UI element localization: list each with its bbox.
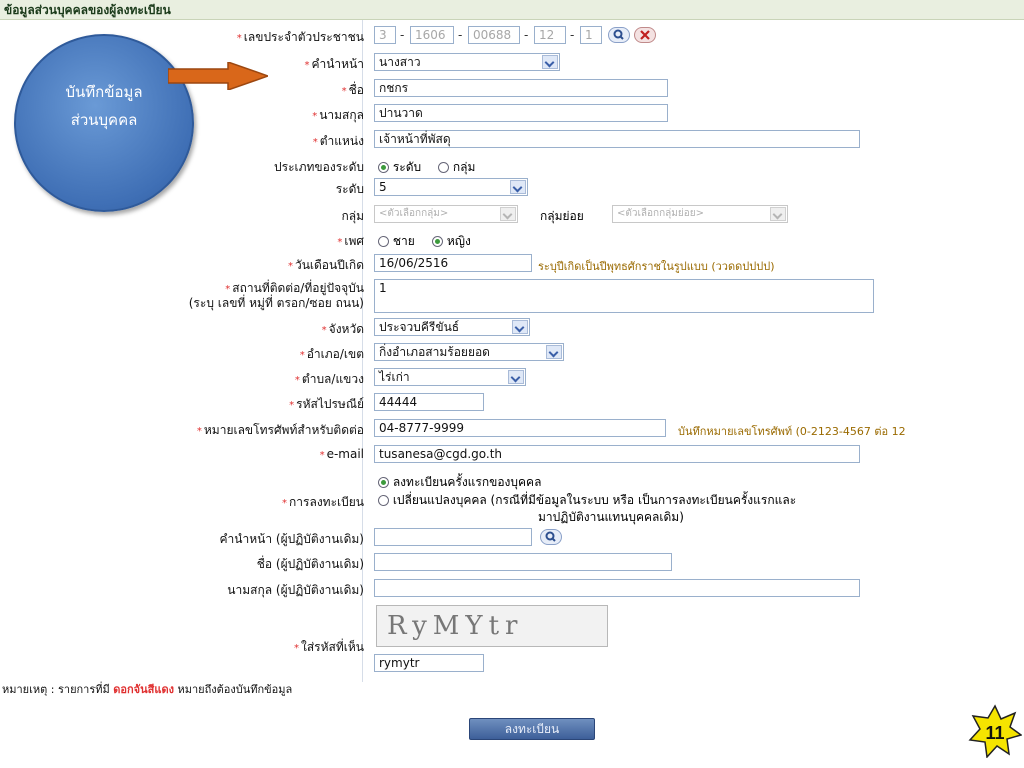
address-input[interactable]: 1: [374, 279, 874, 313]
firstname-input[interactable]: กชกร: [374, 79, 668, 97]
gender-option-female[interactable]: หญิง: [432, 232, 471, 251]
dob-hint: ระบุปีเกิดเป็นปีพุทธศักราชในรูปแบบ (ววดด…: [538, 260, 775, 273]
phone-hint: บันทึกหมายเลขโทรศัพท์ (0-2123-4567 ต่อ 1…: [678, 425, 906, 438]
group-select[interactable]: <ตัวเลือกกลุ่ม>: [374, 205, 518, 223]
postal-label: * รหัสไปรษณีย์: [289, 397, 364, 411]
prev-lastname-label: นามสกุล (ผู้ปฏิบัติงานเดิม): [227, 583, 364, 597]
chevron-down-icon: [500, 207, 516, 221]
callout-line-1: บันทึกข้อมูล: [65, 83, 143, 101]
level-select[interactable]: 5: [374, 178, 528, 196]
leveltype-option-group[interactable]: กลุ่ม: [438, 158, 475, 177]
gender-label: * เพศ: [337, 234, 364, 248]
dob-label: * วันเดือนปีเกิด: [287, 258, 364, 272]
radio-icon[interactable]: [378, 236, 389, 247]
id-part-5[interactable]: 1: [580, 26, 602, 44]
dob-input[interactable]: 16/06/2516: [374, 254, 532, 272]
district-select[interactable]: กิ่งอำเภอสามร้อยยอด: [374, 343, 564, 361]
gender-option-male[interactable]: ชาย: [378, 232, 415, 251]
district-label: * อำเภอ/เขต: [299, 347, 364, 361]
group-label: กลุ่ม: [341, 209, 364, 223]
address-label-2: (ระบุ เลขที่ หมู่ที่ ตรอก/ซอย ถนน): [188, 296, 364, 310]
position-input[interactable]: เจ้าหน้าที่พัสดุ: [374, 130, 860, 148]
chevron-down-icon: [770, 207, 786, 221]
arrow-right-icon: [168, 62, 268, 90]
phone-label: * หมายเลขโทรศัพท์สำหรับติดต่อ: [196, 423, 364, 437]
radio-selected-icon[interactable]: [432, 236, 443, 247]
firstname-label: * ชื่อ: [341, 83, 364, 97]
lastname-input[interactable]: ปานวาด: [374, 104, 668, 122]
prev-name-input[interactable]: [374, 553, 672, 571]
id-part-3[interactable]: 00688: [468, 26, 520, 44]
prev-name-label: ชื่อ (ผู้ปฏิบัติงานเดิม): [256, 557, 364, 571]
registration-label: * การลงทะเบียน: [282, 495, 364, 509]
section-header: ข้อมูลส่วนบุคคลของผู้ลงทะเบียน: [0, 0, 1024, 20]
search-icon[interactable]: [608, 27, 630, 43]
leveltype-option-level[interactable]: ระดับ: [378, 158, 421, 177]
chevron-down-icon: [510, 180, 526, 194]
id-label: * เลขประจำตัวประชาชน: [236, 30, 364, 44]
postal-input[interactable]: 44444: [374, 393, 484, 411]
chevron-down-icon: [542, 55, 558, 69]
leveltype-label: ประเภทของระดับ: [274, 160, 364, 174]
province-label: * จังหวัด: [321, 322, 364, 336]
callout-line-2: ส่วนบุคคล: [70, 111, 138, 129]
email-label: * e-mail: [319, 447, 364, 461]
subdistrict-select[interactable]: ไร่เก่า: [374, 368, 526, 386]
id-part-4[interactable]: 12: [534, 26, 566, 44]
required-footnote: หมายเหตุ : รายการที่มี ดอกจันสีแดง หมายถ…: [2, 683, 293, 696]
star-badge-icon: 11: [968, 704, 1022, 758]
phone-input[interactable]: 04-8777-9999: [374, 419, 666, 437]
subgroup-label: กลุ่มย่อย: [540, 209, 584, 223]
chevron-down-icon: [512, 320, 528, 334]
prev-prefix-label: คำนำหน้า (ผู้ปฏิบัติงานเดิม): [219, 532, 364, 546]
prev-prefix-input[interactable]: [374, 528, 532, 546]
province-select[interactable]: ประจวบคีรีขันธ์: [374, 318, 530, 336]
chevron-down-icon: [508, 370, 524, 384]
position-label: * ตำแหน่ง: [312, 134, 364, 148]
captcha-input[interactable]: rymytr: [374, 654, 484, 672]
lastname-label: * นามสกุล: [312, 108, 364, 122]
subdistrict-label: * ตำบล/แขวง: [294, 372, 364, 386]
email-input[interactable]: tusanesa@cgd.go.th: [374, 445, 860, 463]
radio-selected-icon[interactable]: [378, 477, 389, 488]
radio-icon[interactable]: [438, 162, 449, 173]
registration-option-change-cont: มาปฏิบัติงานแทนบุคคลเดิม): [538, 510, 684, 524]
slide-number: 11: [985, 723, 1004, 743]
id-part-1[interactable]: 3: [374, 26, 396, 44]
prev-lastname-input[interactable]: [374, 579, 860, 597]
level-label: ระดับ: [335, 182, 364, 196]
radio-icon[interactable]: [378, 495, 389, 506]
clear-icon[interactable]: [634, 27, 656, 43]
callout-bubble: บันทึกข้อมูล ส่วนบุคคล: [14, 34, 194, 212]
register-button[interactable]: ลงทะเบียน: [469, 718, 595, 740]
captcha-image: RyMYtr: [376, 605, 608, 647]
search-icon[interactable]: [540, 529, 562, 545]
registration-option-first[interactable]: ลงทะเบียนครั้งแรกของบุคคล: [378, 473, 541, 492]
radio-selected-icon[interactable]: [378, 162, 389, 173]
prefix-label: * คำนำหน้า: [304, 57, 364, 71]
subgroup-select[interactable]: <ตัวเลือกกลุ่มย่อย>: [612, 205, 788, 223]
chevron-down-icon: [546, 345, 562, 359]
id-part-2[interactable]: 1606: [410, 26, 454, 44]
captcha-label: * ใส่รหัสที่เห็น: [294, 640, 364, 654]
prefix-select[interactable]: นางสาว: [374, 53, 560, 71]
